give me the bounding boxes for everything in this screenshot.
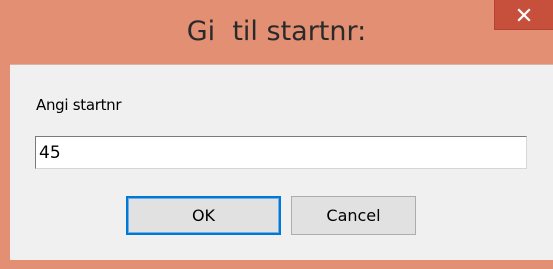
- close-icon: [517, 7, 531, 22]
- close-button[interactable]: [494, 0, 553, 30]
- cancel-button[interactable]: Cancel: [291, 196, 416, 235]
- title-bar[interactable]: Gi til startnr:: [0, 0, 553, 64]
- dialog-body: Angi startnr OK Cancel: [10, 64, 553, 260]
- window-frame-bottom: [0, 260, 553, 269]
- startnr-label: Angi startnr: [36, 96, 122, 114]
- dialog-window: Gi til startnr: Angi startnr OK Cancel: [0, 0, 553, 269]
- startnr-input[interactable]: [35, 136, 527, 169]
- ok-button[interactable]: OK: [126, 196, 281, 235]
- window-title: Gi til startnr:: [186, 16, 367, 47]
